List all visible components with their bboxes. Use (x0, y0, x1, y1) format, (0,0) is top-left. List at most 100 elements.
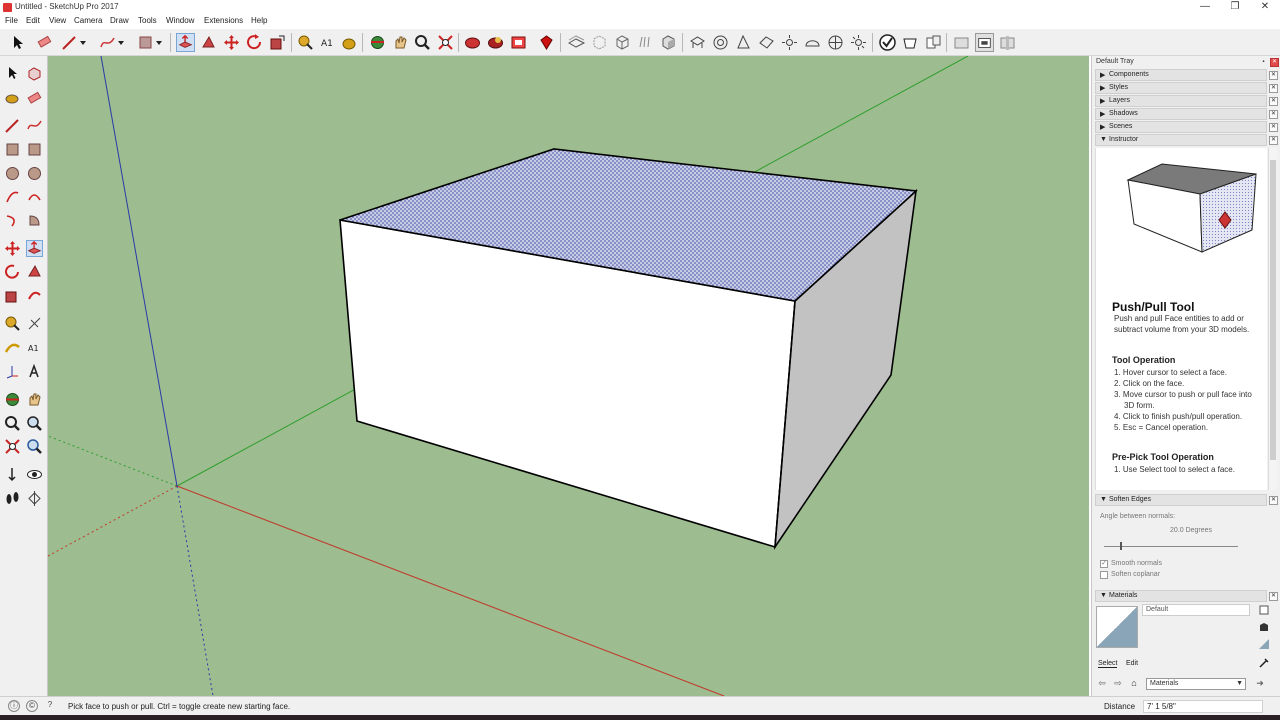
panel-close-icon[interactable]: ✕ (1269, 71, 1278, 80)
bottom-view-icon[interactable] (826, 33, 845, 52)
rotate-icon[interactable] (4, 263, 21, 280)
make-component-icon[interactable] (26, 65, 43, 82)
orbit-icon[interactable] (368, 33, 387, 52)
menu-edit[interactable]: Edit (26, 16, 40, 25)
move-icon[interactable] (222, 33, 241, 52)
tape-measure-icon[interactable] (4, 315, 21, 332)
3d-text-icon[interactable] (26, 363, 43, 380)
forward-arrow-icon[interactable]: ⇨ (1112, 677, 1124, 689)
scale-icon[interactable] (4, 287, 21, 304)
credits-icon[interactable]: © (26, 700, 38, 712)
create-material-icon[interactable] (1258, 621, 1270, 633)
polygon-icon[interactable] (26, 165, 43, 182)
panel-layers-header[interactable]: ▶ Layers (1095, 95, 1267, 107)
panel-close-icon[interactable]: ✕ (1269, 592, 1278, 601)
solid-tools-icon[interactable] (878, 33, 897, 52)
scrollbar-thumb[interactable] (1270, 160, 1276, 460)
help-icon[interactable]: ? (44, 700, 56, 712)
wireframe-icon[interactable] (613, 33, 632, 52)
details-arrow-icon[interactable]: ➜ (1254, 677, 1266, 689)
front-view-icon[interactable] (734, 33, 753, 52)
panel-materials-header[interactable]: ▼ Materials (1095, 590, 1267, 602)
arc-icon[interactable] (4, 188, 21, 205)
default-material-icon[interactable] (1258, 638, 1270, 650)
protractor-icon[interactable] (4, 339, 21, 356)
menu-file[interactable]: File (5, 16, 18, 25)
dimension-icon[interactable] (26, 315, 43, 332)
menu-tools[interactable]: Tools (138, 16, 157, 25)
section-plane-icon[interactable] (26, 490, 43, 507)
tape-measure-icon[interactable] (296, 33, 315, 52)
rotated-rectangle-icon[interactable] (26, 141, 43, 158)
previous-view-icon[interactable] (26, 438, 43, 455)
paint-bucket-icon[interactable] (4, 89, 21, 106)
orbit-icon[interactable] (4, 391, 21, 408)
look-around-icon[interactable] (26, 466, 43, 483)
menu-help[interactable]: Help (251, 16, 267, 25)
panel-close-icon[interactable]: ✕ (1269, 84, 1278, 93)
measurements-field[interactable]: 7' 1 5/8" (1143, 700, 1263, 713)
panel-close-icon[interactable]: ✕ (1269, 136, 1278, 145)
section-plane-icon[interactable] (901, 33, 920, 52)
section-planes-toggle-icon[interactable] (998, 33, 1017, 52)
zoom-extents-icon[interactable] (436, 33, 455, 52)
top-view-icon[interactable] (711, 33, 730, 52)
rotate-icon[interactable] (245, 33, 264, 52)
layout-icon[interactable] (509, 33, 528, 52)
eraser-icon[interactable] (35, 33, 54, 52)
back-arrow-icon[interactable]: ⇦ (1096, 677, 1108, 689)
minimize-button[interactable]: — (1190, 0, 1220, 15)
offset-icon[interactable] (26, 287, 43, 304)
panel-styles-header[interactable]: ▶ Styles (1095, 82, 1267, 94)
menu-draw[interactable]: Draw (110, 16, 129, 25)
home-icon[interactable]: ⌂ (1128, 677, 1140, 689)
tray-close-icon[interactable]: ✕ (1270, 58, 1279, 67)
zoom-window-icon[interactable] (26, 415, 43, 432)
ruby-icon[interactable] (537, 33, 556, 52)
materials-tab-select[interactable]: Select (1098, 660, 1118, 668)
select-icon[interactable] (8, 33, 27, 52)
xray-icon[interactable] (567, 33, 586, 52)
panel-close-icon[interactable]: ✕ (1269, 123, 1278, 132)
select-icon[interactable] (4, 65, 21, 82)
shaded-icon[interactable] (659, 33, 678, 52)
panel-close-icon[interactable]: ✕ (1269, 110, 1278, 119)
warehouse-icon[interactable] (463, 33, 482, 52)
angle-slider-thumb[interactable] (1120, 542, 1122, 550)
arc-dropdown-icon[interactable] (116, 33, 126, 52)
pan-icon[interactable] (391, 33, 410, 52)
iso-view-icon[interactable] (688, 33, 707, 52)
display-secondary-icon[interactable] (1258, 604, 1270, 616)
rectangle-icon[interactable] (4, 141, 21, 158)
materials-library-select[interactable]: Materials ▼ (1146, 678, 1246, 690)
panel-shadows-header[interactable]: ▶ Shadows (1095, 108, 1267, 120)
extension-warehouse-icon[interactable] (486, 33, 505, 52)
pan-icon[interactable] (26, 391, 43, 408)
model-viewport[interactable] (48, 56, 1089, 696)
zoom-icon[interactable] (413, 33, 432, 52)
panel-soften-edges-header[interactable]: ▼ Soften Edges (1095, 494, 1267, 506)
push-pull-icon[interactable] (26, 240, 43, 257)
model-canvas[interactable] (48, 56, 1089, 696)
line-dropdown-icon[interactable] (78, 33, 88, 52)
three-point-arc-icon[interactable] (4, 212, 21, 229)
smooth-normals-checkbox[interactable]: ✓ (1100, 560, 1108, 568)
panel-close-icon[interactable]: ✕ (1269, 496, 1278, 505)
panel-close-icon[interactable]: ✕ (1269, 97, 1278, 106)
menu-extensions[interactable]: Extensions (204, 16, 243, 25)
menu-window[interactable]: Window (166, 16, 194, 25)
circle-icon[interactable] (4, 165, 21, 182)
left-view-icon[interactable] (803, 33, 822, 52)
eraser-icon[interactable] (26, 89, 43, 106)
geo-location-icon[interactable]: ⓘ (8, 700, 20, 712)
back-view-icon[interactable] (780, 33, 799, 52)
paint-dropdown-icon[interactable] (154, 33, 164, 52)
axes-icon[interactable] (4, 363, 21, 380)
tray-pin-icon[interactable]: ▪ (1259, 59, 1268, 68)
section-cut-icon[interactable] (952, 33, 971, 52)
follow-me-icon[interactable] (199, 33, 218, 52)
restore-button[interactable]: ❐ (1220, 0, 1250, 15)
materials-tab-edit[interactable]: Edit (1126, 660, 1138, 667)
sandbox-icon[interactable] (849, 33, 868, 52)
panel-scenes-header[interactable]: ▶ Scenes (1095, 121, 1267, 133)
